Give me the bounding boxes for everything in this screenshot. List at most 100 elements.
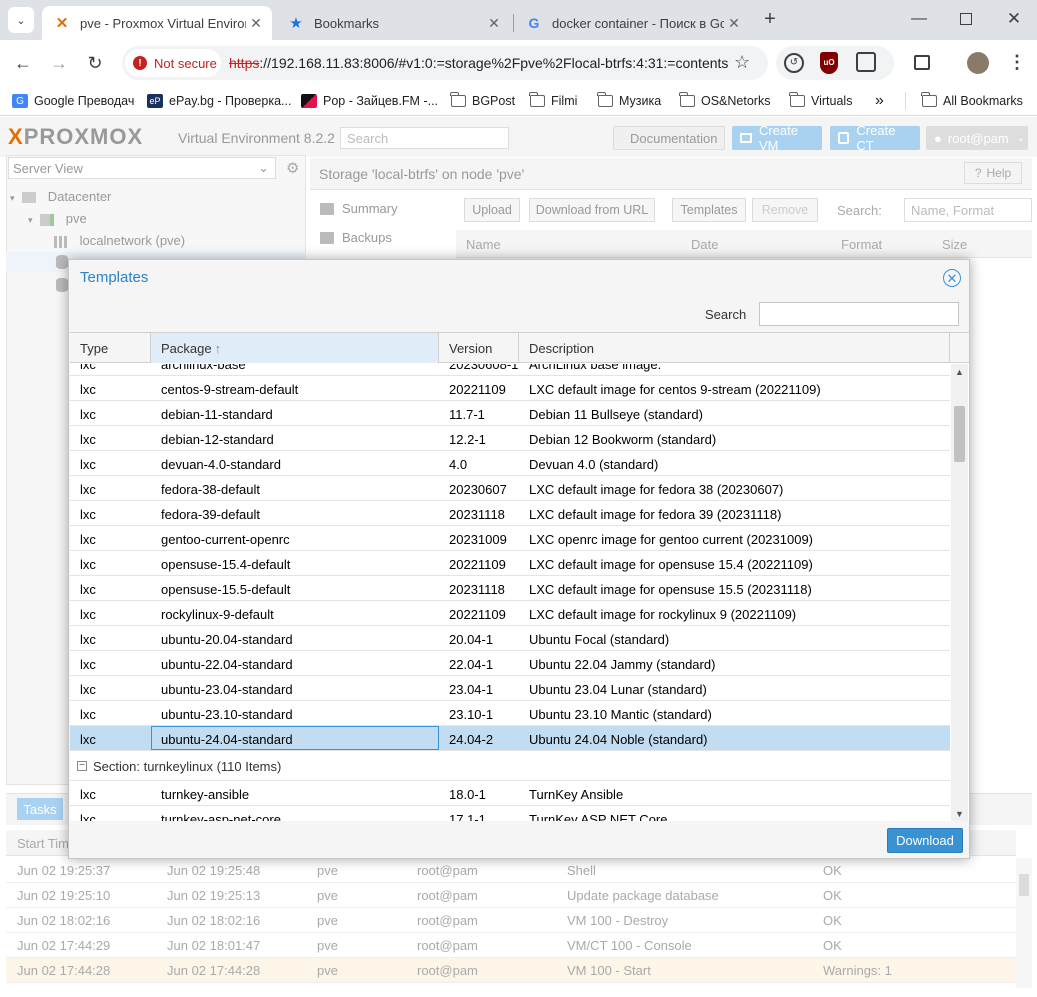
download-from-url-button[interactable]: Download from URL [529,198,655,222]
create-vm-button[interactable]: Create VM [732,123,822,153]
maximize-button[interactable] [960,13,972,25]
back-button[interactable]: ← [8,48,38,78]
tab-proxmox[interactable]: ✕ pve - Proxmox Virtual Environment ✕ [42,6,272,40]
reading-list-icon[interactable] [914,55,930,70]
close-icon[interactable]: ✕ [943,269,961,287]
tree-datacenter[interactable]: ▾ Datacenter [10,189,111,204]
column-description[interactable]: Description [519,333,950,363]
forward-button[interactable]: → [44,48,74,78]
download-button[interactable]: Download [887,828,963,853]
template-row[interactable]: lxc turnkey-asp-net-core 17.1-1 TurnKey ASP… [70,806,950,821]
ublock-icon[interactable]: uO [820,52,838,74]
close-tab-icon[interactable]: ✕ [484,15,504,32]
gear-icon[interactable]: ⚙ [286,159,299,177]
tasks-tab[interactable]: Tasks [17,798,63,820]
template-row[interactable]: lxc centos-9-stream-default 20221109 LXC de… [70,376,950,401]
tab-search-button[interactable]: ⌄ [8,7,34,33]
scroll-down-icon[interactable]: ▼ [955,809,964,819]
bookmark-folder-filmi[interactable]: Filmi [528,92,577,110]
cell-package: debian-12-standard [161,432,274,447]
scroll-up-icon[interactable]: ▲ [955,367,964,377]
template-row[interactable]: lxc debian-11-standard 11.7-1 Debian 11 Bul… [70,401,950,426]
bookmark-folder-bgpost[interactable]: BGPost [449,92,515,110]
tab-bookmarks[interactable]: ★ Bookmarks ✕ [276,6,510,40]
column-size[interactable]: Size [942,237,967,252]
task-row[interactable]: Jun 02 19:25:37 Jun 02 19:25:48 pve root@pa… [6,858,1016,883]
content-search-input[interactable]: Name, Format [904,198,1032,222]
template-row[interactable]: lxc ubuntu-23.10-standard 23.10-1 Ubuntu 23… [70,701,950,726]
not-secure-chip[interactable]: ! Not secure [125,49,221,77]
task-row[interactable]: Jun 02 17:44:28 Jun 02 17:44:28 pve root@pa… [6,958,1016,983]
column-version[interactable]: Version [439,333,519,363]
bookmark-google-translate[interactable]: G Google Преводач [12,92,134,110]
column-type[interactable]: Type [70,333,151,363]
minimize-button[interactable]: — [908,10,930,30]
extension-sync-icon[interactable]: ↺ [784,53,804,73]
template-row[interactable]: lxc archlinux-base 20230608-1 ArchLinux bas… [70,364,950,376]
star-icon: ★ [289,15,303,32]
new-tab-button[interactable]: + [758,8,782,32]
close-tab-icon[interactable]: ✕ [246,15,266,32]
bookmark-folder-muzika[interactable]: Музика [596,92,661,110]
help-button[interactable]: ? Help [964,162,1022,184]
network-grid-icon [54,235,68,248]
template-row[interactable]: lxc opensuse-15.5-default 20231118 LXC defa… [70,576,950,601]
url-text[interactable]: https://192.168.11.83:8006/#v1:0:=storag… [229,55,729,71]
epay-icon: eP [147,94,163,108]
tab-google-search[interactable]: G docker container - Поиск в Google ✕ [514,6,750,40]
template-row[interactable]: lxc devuan-4.0-standard 4.0 Devuan 4.0 (sta… [70,451,950,476]
user-menu-button[interactable]: ● root@pam ⌄ [926,126,1028,150]
task-cell-user: root@pam [417,863,478,878]
bookmark-folder-osnetworks[interactable]: OS&Netorks [678,92,770,110]
scroll-thumb[interactable] [1019,874,1029,896]
documentation-button[interactable]: Documentation [613,126,725,150]
nav-summary[interactable]: Summary [320,201,398,216]
task-cell-status: Warnings: 1 [823,963,892,978]
close-tab-icon[interactable]: ✕ [724,15,744,32]
template-row[interactable]: lxc fedora-38-default 20230607 LXC default … [70,476,950,501]
template-row[interactable]: lxc ubuntu-23.04-standard 23.04-1 Ubuntu 23… [70,676,950,701]
bookmark-zaitsev-fm[interactable]: Pop - Зайцев.FM -... [301,92,438,110]
bookmark-epay[interactable]: eP ePay.bg - Проверка... [147,92,291,110]
browser-menu-icon[interactable]: ⋮ [1008,52,1026,73]
tree-node-pve[interactable]: ▾ pve [28,211,87,226]
template-row[interactable]: lxc fedora-39-default 20231118 LXC default … [70,501,950,526]
reload-button[interactable]: ↻ [80,48,110,78]
template-row[interactable]: lxc ubuntu-24.04-standard 24.04-2 Ubuntu 24… [70,726,950,751]
scroll-thumb[interactable] [954,406,965,462]
more-bookmarks-button[interactable]: » [875,92,884,110]
column-date[interactable]: Date [691,237,718,252]
close-window-button[interactable]: ✕ [1003,9,1025,31]
task-row[interactable]: Jun 02 18:02:16 Jun 02 18:02:16 pve root@pa… [6,908,1016,933]
template-row[interactable]: lxc ubuntu-20.04-standard 20.04-1 Ubuntu Fo… [70,626,950,651]
profile-avatar[interactable] [967,52,989,74]
bookmark-star-icon[interactable]: ☆ [734,52,750,73]
templates-button[interactable]: Templates [672,198,746,222]
template-row[interactable]: lxc opensuse-15.4-default 20221109 LXC defa… [70,551,950,576]
template-row[interactable]: lxc gentoo-current-openrc 20231009 LXC open… [70,526,950,551]
pve-search-input[interactable]: Search [340,127,509,149]
server-view-select[interactable]: Server View ⌄ [8,157,276,179]
section-turnkeylinux[interactable]: − Section: turnkeylinux (110 Items) [70,751,950,781]
template-row[interactable]: lxc turnkey-ansible 18.0-1 TurnKey Ansible [70,781,950,806]
task-row[interactable]: Jun 02 19:25:10 Jun 02 19:25:13 pve root@pa… [6,883,1016,908]
tasks-scrollbar[interactable] [1016,858,1032,988]
template-row[interactable]: lxc ubuntu-22.04-standard 22.04-1 Ubuntu 22… [70,651,950,676]
tree-localnetwork[interactable]: localnetwork (pve) [54,233,185,248]
task-row[interactable]: Jun 02 17:44:29 Jun 02 18:01:47 pve root@pa… [6,933,1016,958]
template-row[interactable]: lxc debian-12-standard 12.2-1 Debian 12 Boo… [70,426,950,451]
column-name[interactable]: Name [466,237,501,252]
column-package[interactable]: Package ↑ [151,333,439,363]
column-label: Description [529,341,595,356]
collapse-icon[interactable]: − [77,761,87,771]
extensions-puzzle-icon[interactable] [856,52,876,72]
nav-backups[interactable]: Backups [320,230,392,245]
template-search-input[interactable] [759,302,959,326]
bookmark-folder-virtuals[interactable]: Virtuals [788,92,852,110]
grid-scrollbar[interactable]: ▲ ▼ [951,364,968,821]
all-bookmarks-button[interactable]: All Bookmarks [920,92,1023,110]
column-format[interactable]: Format [841,237,882,252]
upload-button[interactable]: Upload [464,198,520,222]
create-ct-button[interactable]: Create CT [830,123,920,153]
template-row[interactable]: lxc rockylinux-9-default 20221109 LXC defau… [70,601,950,626]
